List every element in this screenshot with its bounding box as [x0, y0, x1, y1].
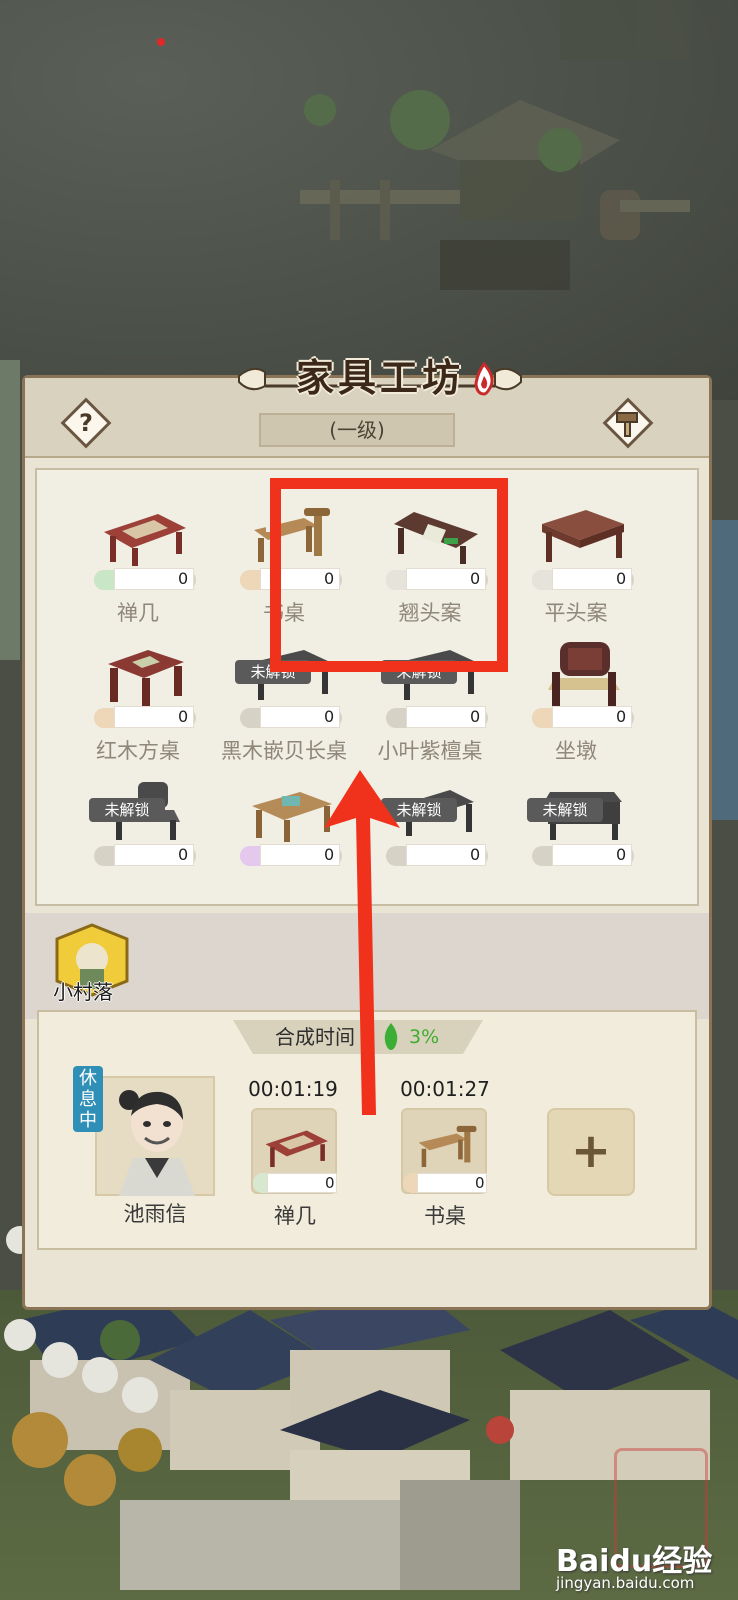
slot-2-count: 0: [475, 1174, 485, 1192]
slot-1-count: 0: [325, 1174, 335, 1192]
armchair-icon: [548, 642, 620, 706]
item-count: 0: [470, 845, 481, 864]
question-icon: ?: [79, 409, 93, 437]
furniture-item-pingtouan[interactable]: 0 平头案: [503, 496, 649, 632]
worker-character-icon: [119, 1090, 195, 1196]
furniture-item-locked-12[interactable]: 未解锁 0: [503, 772, 649, 908]
resting-status-badge: 休息中: [73, 1066, 103, 1132]
item-name: 小叶紫檀桌: [377, 739, 483, 763]
item-count-bar: 0: [386, 706, 488, 728]
watermark-url: jingyan.baidu.com: [556, 1574, 695, 1592]
item-count: 0: [178, 707, 189, 726]
help-button[interactable]: ?: [60, 397, 112, 449]
plus-icon: +: [570, 1123, 612, 1179]
slot-1-name: 禅几: [274, 1204, 316, 1228]
locked-badge: 未解锁: [89, 798, 165, 822]
item-count-bar: 0: [532, 844, 634, 866]
item-count: 0: [616, 845, 627, 864]
item-count: 0: [616, 707, 627, 726]
item-count: 0: [178, 569, 189, 588]
flat-end-table-icon: [542, 510, 624, 562]
village-label: 小村落: [53, 980, 113, 1004]
slot-1-count-bar: 0: [253, 1173, 337, 1193]
workshop-title: 家具工坊: [295, 355, 464, 400]
item-name: 红木方桌: [96, 739, 180, 763]
item-count: 0: [616, 569, 627, 588]
item-name: 平头案: [544, 601, 608, 625]
highlight-box: [270, 478, 508, 672]
redwood-square-table-icon: [108, 650, 184, 706]
workshop-level: (一级): [259, 413, 455, 447]
furniture-item-chanji[interactable]: 0 禅几: [65, 496, 211, 632]
title-banner: 家具工坊: [235, 352, 525, 408]
hammer-icon: [616, 412, 638, 437]
item-name: 坐墩: [555, 739, 597, 763]
flame-seal-icon: [474, 362, 494, 396]
pointer-arrow-icon: [324, 770, 400, 1115]
slot-2-name: 书桌: [424, 1204, 466, 1228]
item-count-bar: 0: [94, 844, 196, 866]
worker-portrait[interactable]: [95, 1076, 215, 1196]
item-count-bar: 0: [94, 706, 196, 728]
item-count-bar: 0: [532, 706, 634, 728]
slot-2-timer: 00:01:27: [400, 1077, 490, 1101]
baidu-watermark: Baidu经验 jingyan.baidu.com: [556, 1536, 732, 1596]
chanji-table-icon: [104, 514, 186, 566]
furniture-item-zuodun[interactable]: 0 坐墩: [503, 634, 649, 770]
build-hammer-button[interactable]: [602, 397, 654, 449]
locked-badge: 未解锁: [527, 798, 603, 822]
furniture-item-locked-9[interactable]: 未解锁 0: [65, 772, 211, 908]
item-count-bar: 0: [240, 706, 342, 728]
item-count-bar: 0: [94, 568, 196, 590]
writing-desk-icon: [418, 1125, 477, 1168]
craft-bonus-percent: 3%: [409, 1026, 440, 1048]
add-craft-slot-button[interactable]: +: [547, 1108, 635, 1196]
item-count: 0: [470, 707, 481, 726]
item-count-bar: 0: [532, 568, 634, 590]
worker-name: 池雨信: [123, 1202, 187, 1226]
chanji-table-icon: [265, 1130, 328, 1168]
item-count: 0: [324, 707, 335, 726]
slot-2-count-bar: 0: [403, 1173, 487, 1193]
item-count-bar: 0: [386, 844, 488, 866]
item-count: 0: [178, 845, 189, 864]
item-name: 黑木嵌贝长桌: [221, 739, 347, 763]
watermark-brand: Baidu经验: [556, 1544, 713, 1579]
item-name: 禅几: [117, 601, 159, 625]
furniture-item-hongmu-fangzhuo[interactable]: 0 红木方桌: [65, 634, 211, 770]
